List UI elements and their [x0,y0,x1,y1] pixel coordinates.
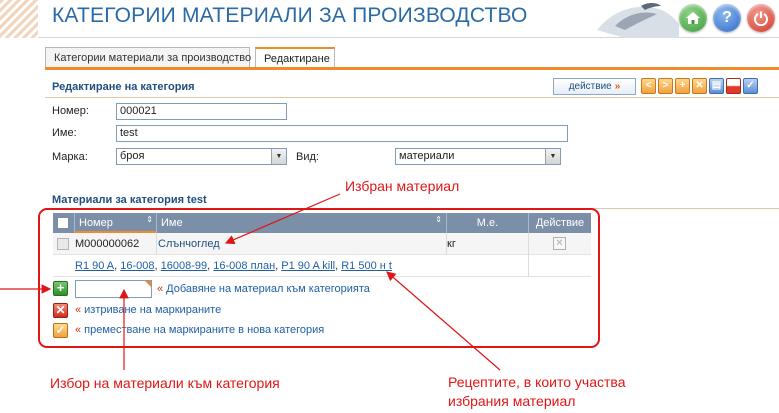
brand-select[interactable]: броя ▼ [116,148,287,165]
delete-marked-icon[interactable]: ✕ [53,303,68,318]
header-stripe-decoration [0,0,38,38]
plus-icon[interactable]: + [675,78,690,94]
column-header-number[interactable]: Номер ⇕ [74,213,156,233]
column-header-number-label: Номер [79,217,113,229]
print-icon[interactable]: ▤ [709,78,724,94]
brand-label: Марка: [52,151,88,163]
annotation-recipes-line1: Рецептите, в които участва [448,374,626,390]
move-marked-link[interactable]: «преместване на маркираните в нова катег… [75,324,324,336]
chevron-down-icon[interactable]: ▼ [271,149,286,164]
add-material-link[interactable]: «Добавяне на материал към категорията [157,283,370,295]
sort-icon[interactable]: ⇕ [435,216,442,224]
delete-marked-label: изтриване на маркираните [84,304,222,316]
row-unit: кг [447,238,456,250]
action-button-label: действие [568,81,612,92]
recipe-link[interactable]: R1 90 A [75,260,114,272]
power-icon[interactable] [747,4,775,32]
action-button[interactable]: действие» [553,78,636,95]
picker-corner-icon [145,281,151,287]
page-title: КАТЕГОРИИ МАТЕРИАЛИ ЗА ПРОИЗВОДСТВО [52,4,528,27]
annotation-selected-material: Избран материал [345,178,460,194]
delete-row-icon[interactable]: ✕ [553,237,566,250]
move-marked-icon[interactable]: ✓ [53,323,68,338]
recipe-link[interactable]: P1 90 A kill [281,260,335,272]
materials-table-header: Номер ⇕ Име ⇕ М.е. Действие [53,213,591,233]
column-header-action: Действие [528,213,591,233]
brand-select-value: броя [120,150,145,162]
name-field[interactable]: test [116,125,568,142]
chevron-left-icon[interactable]: < [641,78,656,94]
column-header-name-label: Име [161,217,183,229]
app-header: КАТЕГОРИИ МАТЕРИАЛИ ЗА ПРОИЗВОДСТВО ? [0,0,779,38]
materials-section-title: Материали за категория test [52,194,207,206]
kind-select[interactable]: материали ▼ [395,148,561,165]
help-icon[interactable]: ? [713,4,741,32]
add-material-label: Добавяне на материал към категорията [166,283,370,295]
recipe-link[interactable]: 16-008 [120,260,154,272]
annotation-recipes-line2: избрания материал [448,393,576,409]
close-icon[interactable]: ✕ [692,78,707,94]
recipe-link[interactable]: 16008-99 [161,260,208,272]
chevron-right-icon[interactable]: > [658,78,673,94]
add-material-button[interactable]: + [53,281,68,296]
sort-icon[interactable]: ⇕ [146,216,153,224]
select-all-checkbox[interactable] [57,217,69,229]
chevron-down-icon[interactable]: ▼ [545,149,560,164]
delete-marked-link[interactable]: «изтриване на маркираните [75,304,221,316]
bird-logo-icon [597,3,679,38]
column-divider [528,255,529,277]
name-label: Име: [52,127,77,139]
tab-categories[interactable]: Категории материали за производство [45,47,251,68]
annotation-choose-materials: Избор на материали към категория [50,375,280,391]
edit-section-title: Редактиране на категория [52,81,195,93]
tab-edit[interactable]: Редактиране [255,47,335,68]
kind-label: Вид: [296,151,319,163]
number-field[interactable]: 000021 [116,103,287,120]
home-icon[interactable] [679,4,707,32]
recipe-link[interactable]: R1 500 н t [341,260,392,272]
section-divider [45,97,779,98]
row-number: M000000062 [75,238,140,250]
row-name: Слънчоглед [158,238,220,250]
flag-icon[interactable] [726,78,741,94]
column-divider [528,233,529,255]
help-glyph: ? [722,9,732,26]
recipe-link[interactable]: 16-008 план [213,260,275,272]
column-divider [446,233,447,255]
column-header-name[interactable]: Име ⇕ [156,213,446,233]
action-arrow-icon: » [614,81,621,92]
column-header-unit: М.е. [446,213,528,233]
row-checkbox[interactable] [57,238,69,250]
column-divider [156,233,157,255]
app-window: КАТЕГОРИИ МАТЕРИАЛИ ЗА ПРОИЗВОДСТВО ? Ка… [0,0,779,413]
kind-select-value: материали [399,150,455,162]
material-picker-input[interactable] [75,280,152,298]
move-marked-label: преместване на маркираните в нова катего… [84,324,325,336]
recipes-row: R1 90 A, 16-008, 16008-99, 16-008 план, … [53,255,591,277]
table-row: M000000062 Слънчоглед кг ✕ [53,233,591,255]
recipes-list: R1 90 A, 16-008, 16008-99, 16-008 план, … [75,260,392,272]
number-label: Номер: [52,105,89,117]
check-icon[interactable]: ✓ [743,78,758,94]
